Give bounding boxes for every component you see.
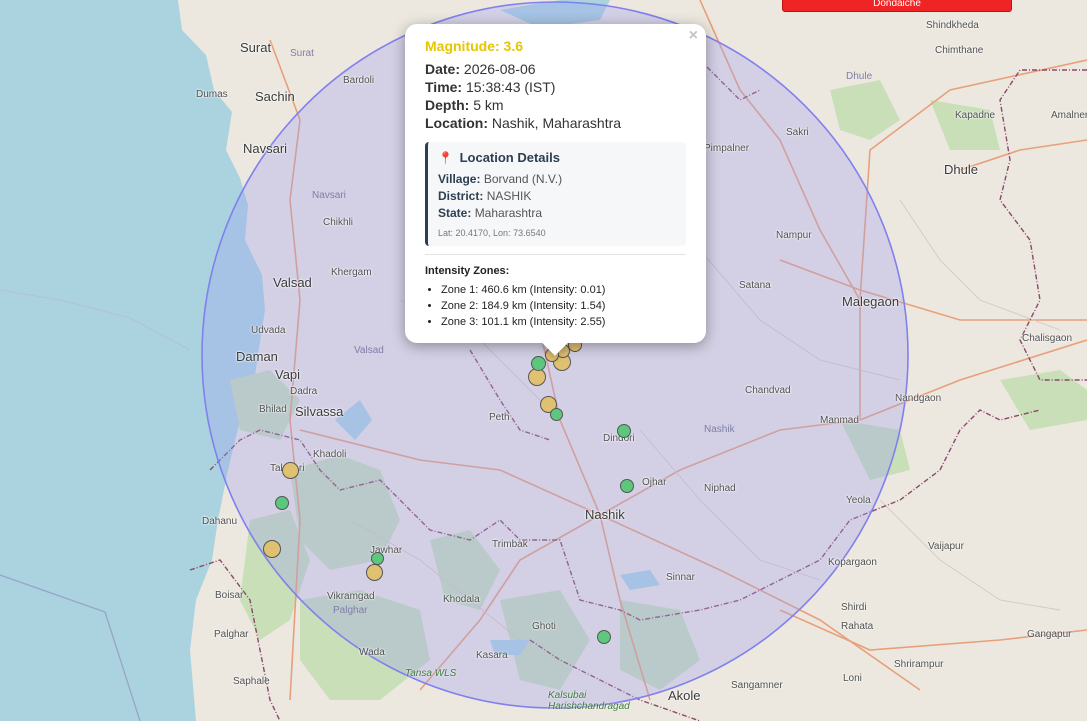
village-row: Village: Borvand (N.V.) <box>438 171 676 188</box>
pin-icon: 📍 <box>438 151 453 165</box>
time-value: 15:38:43 (IST) <box>465 79 556 95</box>
depth-value: 5 km <box>473 97 504 113</box>
top-banner-text: Dondaiche <box>873 0 921 9</box>
zones-divider <box>425 254 686 255</box>
location-value: Nashik, Maharashtra <box>491 115 622 131</box>
earthquake-marker[interactable] <box>530 355 546 371</box>
earthquake-marker[interactable] <box>275 496 289 510</box>
district-label: District: <box>438 189 484 203</box>
map-view[interactable]: Surat Surat Dumas Sachin Bardoli Navsari Navsa… <box>0 0 1087 721</box>
depth-row: Depth: 5 km <box>425 96 686 114</box>
intensity-zones-list: Zone 1: 460.6 km (Intensity: 0.01) Zone … <box>425 282 686 330</box>
location-details-heading: Location Details <box>459 150 560 165</box>
earthquake-marker[interactable] <box>263 540 281 558</box>
district-row: District: NASHIK <box>438 188 676 205</box>
village-value: Borvand (N.V.) <box>483 172 563 186</box>
coordinates-text: Lat: 20.4170, Lon: 73.6540 <box>438 228 546 238</box>
earthquake-marker[interactable] <box>597 630 611 644</box>
location-row: Location: Nashik, Maharashtra <box>425 114 686 132</box>
state-value: Maharashtra <box>474 206 543 220</box>
location-details-title: 📍 Location Details <box>438 150 676 165</box>
district-value: NASHIK <box>486 189 532 203</box>
earthquake-marker[interactable] <box>370 551 384 565</box>
earthquake-popup: × Magnitude: 3.6 Date: 2026-08-06 Time: … <box>405 24 706 356</box>
earthquake-marker[interactable] <box>365 563 383 581</box>
earthquake-marker[interactable] <box>620 479 634 493</box>
state-label: State: <box>438 206 472 220</box>
date-value: 2026-08-06 <box>463 61 536 77</box>
magnitude-heading: Magnitude: 3.6 <box>425 38 524 54</box>
earthquake-marker[interactable] <box>617 424 631 438</box>
date-label: Date: <box>425 61 461 77</box>
zone-item: Zone 2: 184.9 km (Intensity: 1.54) <box>441 298 686 314</box>
top-alert-banner[interactable]: Dondaiche <box>782 0 1012 12</box>
depth-label: Depth: <box>425 97 470 113</box>
popup-close-button[interactable]: × <box>689 28 698 44</box>
location-label: Location: <box>425 115 488 131</box>
zone-item: Zone 3: 101.1 km (Intensity: 2.55) <box>441 314 686 330</box>
village-label: Village: <box>438 172 481 186</box>
location-details-box: 📍 Location Details Village: Borvand (N.V… <box>425 142 686 246</box>
time-label: Time: <box>425 79 463 95</box>
earthquake-marker[interactable] <box>549 407 563 421</box>
earthquake-marker[interactable] <box>281 461 299 479</box>
date-row: Date: 2026-08-06 <box>425 60 686 78</box>
state-row: State: Maharashtra <box>438 205 676 222</box>
intensity-zones-title: Intensity Zones: <box>425 265 510 277</box>
earthquake-marker[interactable] <box>528 368 546 386</box>
zone-item: Zone 1: 460.6 km (Intensity: 0.01) <box>441 282 686 298</box>
time-row: Time: 15:38:43 (IST) <box>425 78 686 96</box>
